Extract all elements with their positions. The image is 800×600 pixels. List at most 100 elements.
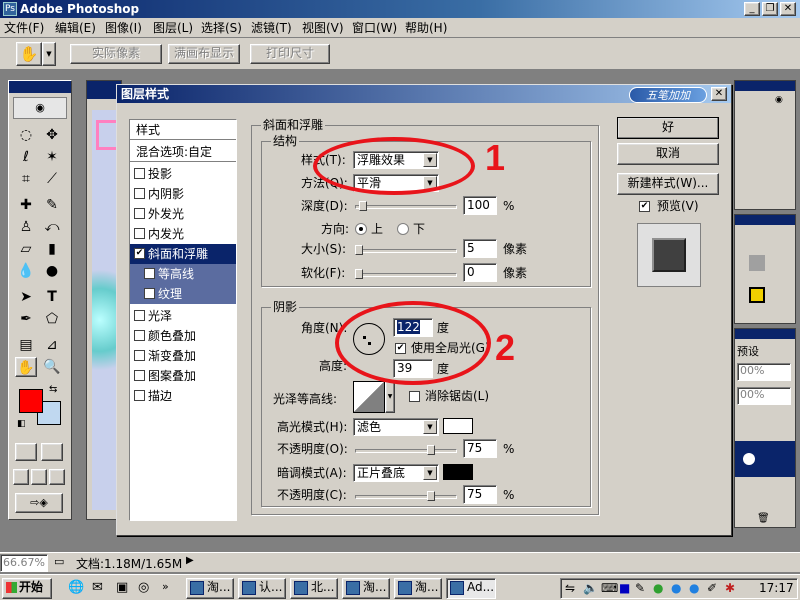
size-slider-thumb[interactable] bbox=[355, 245, 363, 255]
dodge-tool-icon[interactable]: ● bbox=[41, 261, 63, 281]
presets-tab[interactable]: 预设 bbox=[737, 343, 759, 359]
taskbar-item-5[interactable]: 淘... bbox=[394, 578, 442, 599]
zoom-tool-icon[interactable]: 🔍 bbox=[41, 357, 63, 377]
desktop-quicklaunch-icon[interactable]: ▣ bbox=[116, 580, 128, 595]
outlook-quicklaunch-icon[interactable]: ✉ bbox=[92, 580, 103, 595]
new-style-button[interactable]: 新建样式(W)... bbox=[617, 173, 719, 195]
taskbar-item-1[interactable]: 淘... bbox=[186, 578, 234, 599]
restore-button[interactable]: ❐ bbox=[762, 2, 778, 16]
menu-image[interactable]: 图像(I) bbox=[105, 20, 142, 36]
screen-mode-menu-icon[interactable] bbox=[31, 469, 47, 485]
highlight-mode-select[interactable]: 滤色 ▼ bbox=[353, 418, 439, 436]
preset-dropdown-arrow-icon[interactable]: ▼ bbox=[42, 42, 56, 66]
style-bevel-emboss[interactable]: ✔ 斜面和浮雕 bbox=[130, 244, 236, 264]
menu-window[interactable]: 窗口(W) bbox=[352, 20, 397, 36]
swatch-yellow[interactable] bbox=[749, 287, 765, 303]
foreground-color-swatch[interactable] bbox=[19, 389, 43, 413]
inner-shadow-checkbox[interactable] bbox=[134, 188, 145, 199]
notes-tool-icon[interactable]: ▤ bbox=[15, 335, 37, 355]
media-quicklaunch-icon[interactable]: ◎ bbox=[138, 580, 149, 595]
taskbar-item-photoshop[interactable]: Ad... bbox=[446, 578, 496, 599]
layers-panel-title[interactable] bbox=[735, 329, 795, 339]
style-inner-shadow[interactable]: 内阴影 bbox=[130, 184, 236, 204]
screen-mode-standard-icon[interactable] bbox=[13, 469, 29, 485]
chevron-down-icon[interactable]: ▼ bbox=[423, 420, 437, 434]
eraser-tool-icon[interactable]: ▱ bbox=[15, 239, 37, 259]
doc-info-icon[interactable]: ▭ bbox=[54, 555, 64, 568]
toolbox-title-bar[interactable] bbox=[9, 81, 71, 93]
standard-mode-icon[interactable] bbox=[15, 443, 37, 461]
gloss-contour-preview[interactable] bbox=[353, 381, 385, 413]
menu-filter[interactable]: 滤镜(T) bbox=[251, 20, 292, 36]
clock[interactable]: 17:17 bbox=[759, 581, 794, 595]
pen-tray-icon[interactable]: ✎ bbox=[635, 581, 645, 595]
navigator-panel-title[interactable] bbox=[735, 81, 795, 91]
history-brush-tool-icon[interactable]: ⤺ bbox=[41, 217, 63, 237]
cancel-button[interactable]: 取消 bbox=[617, 143, 719, 165]
style-pattern-overlay[interactable]: 图案叠加 bbox=[130, 366, 236, 386]
close-button[interactable]: ✕ bbox=[780, 2, 796, 16]
drop-shadow-checkbox[interactable] bbox=[134, 168, 145, 179]
swap-colors-icon[interactable]: ⇆ bbox=[49, 384, 57, 395]
media-tray-icon[interactable]: ■ bbox=[619, 581, 630, 595]
highlight-opacity-slider[interactable] bbox=[355, 449, 457, 453]
custom-shape-tool-icon[interactable]: ⬠ bbox=[41, 309, 63, 329]
eyedropper-tool-icon[interactable]: ⊿ bbox=[41, 335, 63, 355]
brush-tool-icon[interactable]: ✎ bbox=[41, 195, 63, 215]
direction-up-radio[interactable] bbox=[355, 223, 367, 235]
blur-tool-icon[interactable]: 💧 bbox=[15, 261, 37, 281]
contour-dropdown-arrow-icon[interactable]: ▼ bbox=[385, 381, 395, 413]
shadow-mode-select[interactable]: 正片叠底 ▼ bbox=[353, 464, 439, 482]
default-colors-icon[interactable]: ◧ bbox=[17, 419, 26, 429]
pattern-overlay-checkbox[interactable] bbox=[134, 370, 145, 381]
stroke-checkbox[interactable] bbox=[134, 390, 145, 401]
network-tray-icon[interactable]: ⇋ bbox=[565, 581, 575, 595]
slice-tool-icon[interactable]: ⟋ bbox=[41, 169, 63, 189]
photoshop-app-icon[interactable]: Ps bbox=[3, 2, 17, 16]
magic-wand-tool-icon[interactable]: ✶ bbox=[41, 147, 63, 167]
bevel-emboss-checkbox[interactable]: ✔ bbox=[134, 248, 145, 259]
taskbar-item-4[interactable]: 淘... bbox=[342, 578, 390, 599]
minimize-button[interactable]: _ bbox=[744, 2, 760, 16]
gradient-overlay-checkbox[interactable] bbox=[134, 350, 145, 361]
depth-slider[interactable] bbox=[355, 205, 457, 209]
lasso-tool-icon[interactable]: ℓ bbox=[15, 147, 37, 167]
marquee-tool-icon[interactable]: ◌ bbox=[15, 125, 37, 145]
swatches-panel-title[interactable] bbox=[735, 215, 795, 225]
soften-slider-thumb[interactable] bbox=[355, 269, 363, 279]
style-contour[interactable]: 等高线 bbox=[130, 264, 236, 284]
style-drop-shadow[interactable]: 投影 bbox=[130, 164, 236, 184]
healing-brush-tool-icon[interactable]: ✚ bbox=[15, 195, 37, 215]
move-tool-icon[interactable]: ✥ bbox=[41, 125, 63, 145]
inner-glow-checkbox[interactable] bbox=[134, 228, 145, 239]
quick-mask-mode-icon[interactable] bbox=[41, 443, 63, 461]
dialog-close-button[interactable]: ✕ bbox=[711, 87, 727, 101]
style-gradient-overlay[interactable]: 渐变叠加 bbox=[130, 346, 236, 366]
style-stroke[interactable]: 描边 bbox=[130, 386, 236, 406]
outer-glow-checkbox[interactable] bbox=[134, 208, 145, 219]
menu-layer[interactable]: 图层(L) bbox=[153, 20, 193, 36]
actual-pixels-button[interactable]: 实际像素 bbox=[70, 44, 162, 64]
clone-stamp-tool-icon[interactable]: ♙ bbox=[15, 217, 37, 237]
depth-input[interactable]: 100 bbox=[463, 196, 497, 215]
chevron-down-icon[interactable]: ▼ bbox=[423, 466, 437, 480]
shadow-color-swatch[interactable] bbox=[443, 464, 473, 480]
styles-header[interactable]: 样式 bbox=[130, 120, 236, 140]
depth-slider-thumb[interactable] bbox=[359, 201, 367, 211]
print-size-button[interactable]: 打印尺寸 bbox=[250, 44, 330, 64]
fit-screen-button[interactable]: 满画布显示 bbox=[168, 44, 240, 64]
highlight-opacity-thumb[interactable] bbox=[427, 445, 435, 455]
texture-checkbox[interactable] bbox=[144, 288, 155, 299]
swatch-gray[interactable] bbox=[749, 255, 765, 271]
menu-select[interactable]: 选择(S) bbox=[201, 20, 242, 36]
satin-checkbox[interactable] bbox=[134, 310, 145, 321]
screen-mode-full-icon[interactable] bbox=[49, 469, 65, 485]
hand-tool-icon[interactable]: ✋ bbox=[15, 357, 37, 377]
input-method-tray-icon[interactable]: ⌨ bbox=[601, 581, 618, 595]
qq-tray-icon[interactable]: ● bbox=[689, 581, 699, 595]
direction-down-radio[interactable] bbox=[397, 223, 409, 235]
ie-quicklaunch-icon[interactable]: 🌐 bbox=[68, 580, 84, 595]
layer-fill-field[interactable]: 00% bbox=[737, 387, 791, 405]
soften-input[interactable]: 0 bbox=[463, 263, 497, 282]
layer-opacity-field[interactable]: 00% bbox=[737, 363, 791, 381]
